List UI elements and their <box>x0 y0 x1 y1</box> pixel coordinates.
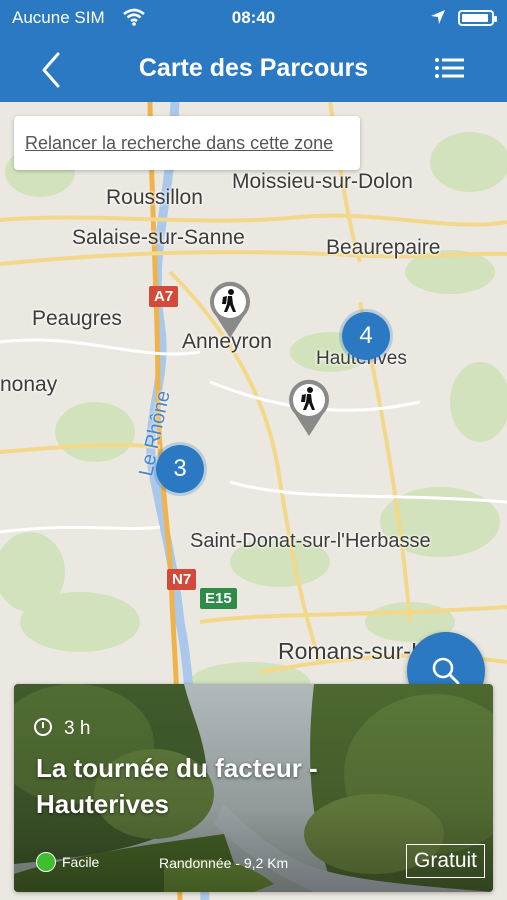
search-icon <box>432 657 460 685</box>
place-label: Peaugres <box>32 307 122 330</box>
search-this-area-label: Relancer la recherche dans cette zone <box>25 133 334 153</box>
list-icon <box>435 58 464 78</box>
nav-bar: Carte des Parcours <box>0 36 507 102</box>
cluster-marker[interactable]: 4 <box>342 312 390 360</box>
route-title: La tournée du facteur - Hauterives <box>36 753 318 819</box>
page-title: Carte des Parcours <box>138 54 369 82</box>
place-label: Saint-Donat-sur-l'Herbasse <box>190 530 431 552</box>
place-label: Moissieu-sur-Dolon <box>232 170 413 193</box>
difficulty-label: Facile <box>62 854 100 870</box>
difficulty-badge: Facile <box>36 852 99 872</box>
difficulty-dot-icon <box>36 852 56 872</box>
hiker-pin-icon <box>289 379 329 436</box>
price-badge: Gratuit <box>406 844 486 878</box>
search-this-area-button[interactable]: Relancer la recherche dans cette zone <box>14 116 360 170</box>
route-card[interactable]: 3 h La tournée du facteur - Hauterives F… <box>14 684 493 892</box>
hiker-pin-icon <box>210 281 250 338</box>
status-bar: Aucune SIM 08:40 <box>0 0 507 36</box>
route-duration: 3 h <box>34 718 90 740</box>
road-shield: E15 <box>200 588 237 609</box>
duration-label: 3 h <box>64 718 91 739</box>
battery-icon <box>458 10 497 26</box>
place-label: Beaurepaire <box>326 236 441 259</box>
cluster-marker[interactable]: 3 <box>156 445 204 493</box>
road-shield: N7 <box>167 569 197 590</box>
location-arrow-icon <box>431 10 445 24</box>
clock-icon <box>34 718 52 736</box>
road-shield: A7 <box>149 286 179 307</box>
place-label: Salaise-sur-Sanne <box>72 226 245 249</box>
hike-marker[interactable] <box>285 378 333 438</box>
route-meta: Randonnée - 9,2 Km <box>159 855 289 871</box>
list-view-button[interactable] <box>432 54 468 84</box>
place-label: Roussillon <box>106 186 203 209</box>
place-label: nonay <box>0 373 58 396</box>
hike-marker[interactable] <box>206 280 254 340</box>
